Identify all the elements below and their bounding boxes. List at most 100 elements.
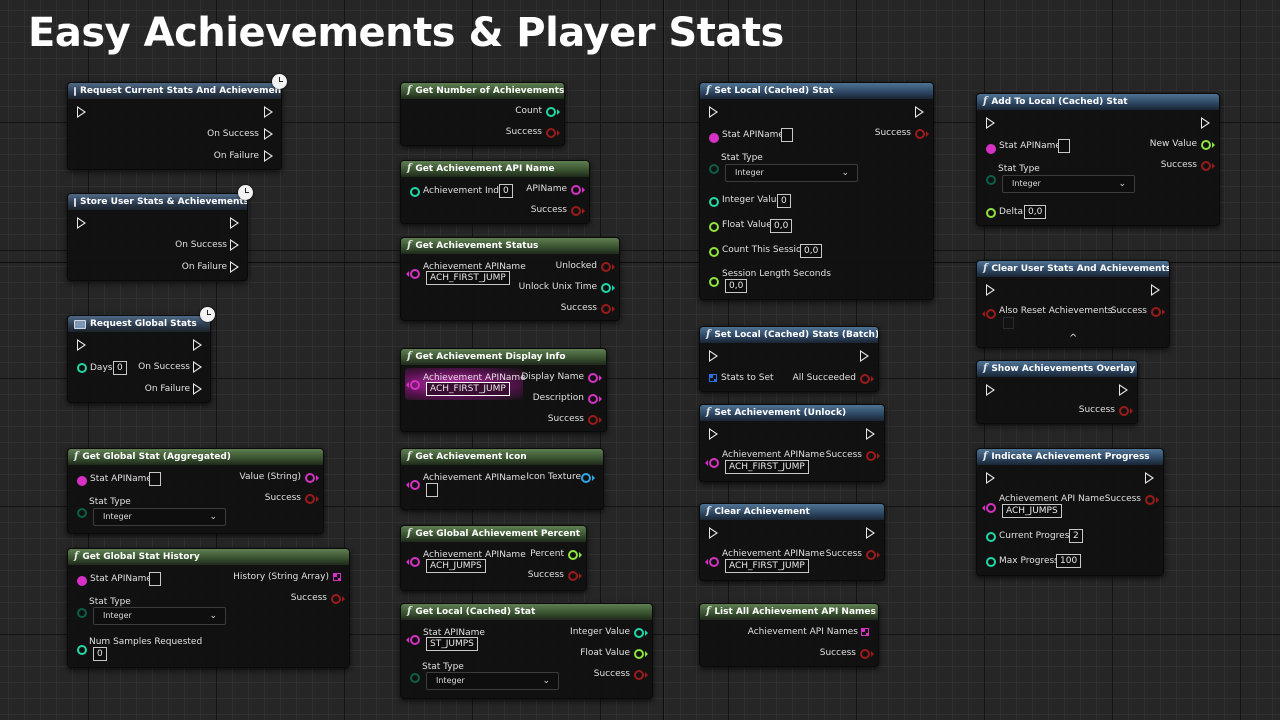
exec-in-pin[interactable] (77, 217, 86, 229)
success-pin[interactable] (866, 451, 880, 461)
on-success-pin[interactable] (193, 361, 202, 373)
success-pin[interactable] (1201, 161, 1215, 171)
integer-value-pin[interactable] (634, 628, 648, 638)
success-pin[interactable] (1119, 406, 1133, 416)
on-success-pin[interactable] (264, 128, 273, 140)
exec-out-pin[interactable] (1201, 117, 1210, 129)
node-indicate-achievement-progress[interactable]: f Indicate Achievement Progress Achieveme… (976, 448, 1164, 576)
exec-in-pin[interactable] (77, 339, 86, 351)
stat-apiname-input[interactable] (149, 572, 161, 586)
integer-value-input[interactable]: 0 (777, 194, 791, 208)
float-value-input[interactable]: 0,0 (770, 219, 793, 233)
stat-apiname-pin[interactable] (709, 133, 719, 143)
success-pin[interactable] (546, 128, 560, 138)
success-pin[interactable] (1145, 495, 1159, 505)
exec-out-pin[interactable] (264, 106, 273, 118)
success-pin[interactable] (568, 571, 582, 581)
apiname-pin[interactable] (982, 503, 996, 513)
exec-in-pin[interactable] (986, 117, 995, 129)
success-pin[interactable] (634, 670, 648, 680)
all-succeeded-pin[interactable] (860, 374, 874, 384)
stat-apiname-pin[interactable] (77, 476, 87, 486)
node-request-global-stats[interactable]: Request Global Stats Days 0 On Success O… (67, 315, 211, 403)
node-get-local-stat[interactable]: f Get Local (Cached) Stat Stat APIName ST… (400, 603, 653, 699)
integer-value-pin[interactable] (709, 197, 719, 207)
description-pin[interactable] (588, 394, 602, 404)
session-length-input[interactable]: 0,0 (725, 279, 748, 293)
num-samples-pin[interactable] (77, 645, 87, 655)
stat-type-dropdown[interactable]: Integer ⌄ (93, 607, 226, 625)
node-get-achievement-icon[interactable]: f Get Achievement Icon Achievement APINam… (400, 448, 604, 510)
count-session-input[interactable]: 0,0 (800, 244, 823, 258)
success-pin[interactable] (571, 206, 585, 216)
exec-out-pin[interactable] (866, 428, 875, 440)
also-reset-pin[interactable] (982, 309, 996, 319)
node-get-global-achievement-percent[interactable]: f Get Global Achievement Percent Achievem… (400, 525, 587, 591)
exec-in-pin[interactable] (986, 384, 995, 396)
display-name-pin[interactable] (588, 373, 602, 383)
on-failure-pin[interactable] (264, 150, 273, 162)
on-failure-pin[interactable] (193, 383, 202, 395)
node-clear-user-stats[interactable]: f Clear User Stats And Achievements Also … (976, 260, 1170, 348)
stat-type-dropdown[interactable]: Integer ⌄ (725, 164, 858, 182)
stat-apiname-pin[interactable] (77, 576, 87, 586)
node-get-achievement-display-info[interactable]: f Get Achievement Display Info Achievemen… (400, 348, 607, 432)
achievement-index-pin[interactable] (410, 187, 420, 197)
stat-type-pin[interactable] (77, 608, 87, 618)
node-clear-achievement[interactable]: f Clear Achievement Achievement APIName A… (699, 503, 885, 581)
success-pin[interactable] (588, 415, 602, 425)
stat-apiname-input[interactable]: ST_JUMPS (426, 637, 478, 651)
value-string-pin[interactable] (305, 473, 319, 483)
apiname-input[interactable]: ACH_JUMPS (426, 559, 486, 573)
apiname-input[interactable]: ACH_FIRST_JUMP (725, 559, 809, 573)
stat-type-pin[interactable] (410, 673, 420, 683)
apiname-pin[interactable] (406, 380, 420, 390)
exec-out-pin[interactable] (230, 217, 239, 229)
history-array-pin[interactable] (333, 573, 341, 581)
apiname-pin[interactable] (705, 458, 719, 468)
exec-out-pin[interactable] (860, 350, 869, 362)
success-pin[interactable] (915, 129, 929, 139)
float-value-pin[interactable] (709, 222, 719, 232)
node-show-achievements-overlay[interactable]: f Show Achievements Overlay Success (976, 360, 1138, 424)
node-list-all-achievement-names[interactable]: f List All Achievement API Names Achievem… (699, 603, 879, 667)
apiname-input[interactable]: ACH_FIRST_JUMP (725, 460, 809, 474)
exec-in-pin[interactable] (709, 527, 718, 539)
success-pin[interactable] (860, 649, 874, 659)
exec-in-pin[interactable] (709, 428, 718, 440)
exec-in-pin[interactable] (709, 350, 718, 362)
count-pin[interactable] (546, 107, 560, 117)
unlock-time-pin[interactable] (601, 283, 615, 293)
max-progress-pin[interactable] (986, 557, 996, 567)
node-set-achievement-unlock[interactable]: f Set Achievement (Unlock) Achievement AP… (699, 404, 885, 482)
exec-out-pin[interactable] (1151, 284, 1160, 296)
node-get-global-stat-history[interactable]: f Get Global Stat History Stat APIName Hi… (67, 548, 350, 668)
node-get-achievement-api-name[interactable]: f Get Achievement API Name Achievement In… (400, 160, 590, 224)
success-pin[interactable] (866, 550, 880, 560)
success-pin[interactable] (331, 594, 345, 604)
stat-type-dropdown[interactable]: Integer ⌄ (426, 672, 559, 690)
new-value-pin[interactable] (1201, 140, 1215, 150)
exec-out-pin[interactable] (915, 106, 924, 118)
apiname-pin[interactable] (406, 269, 420, 279)
max-progress-input[interactable]: 100 (1056, 554, 1082, 568)
exec-in-pin[interactable] (709, 106, 718, 118)
collapse-caret-icon[interactable]: ^ (1069, 333, 1077, 344)
percent-pin[interactable] (568, 550, 582, 560)
node-get-global-stat[interactable]: f Get Global Stat (Aggregated) Stat APINa… (67, 448, 324, 534)
days-pin[interactable] (77, 363, 87, 373)
node-request-current-stats[interactable]: Request Current Stats And Achievements O… (67, 82, 282, 170)
exec-out-pin[interactable] (1119, 384, 1128, 396)
apiname-input[interactable]: ACH_FIRST_JUMP (426, 271, 510, 285)
count-session-pin[interactable] (709, 247, 719, 257)
days-input[interactable]: 0 (113, 361, 127, 375)
current-progress-input[interactable]: 2 (1069, 529, 1083, 543)
delta-pin[interactable] (986, 208, 996, 218)
stat-apiname-pin[interactable] (406, 635, 420, 645)
apiname-input[interactable] (426, 483, 438, 497)
stat-type-pin[interactable] (77, 508, 87, 518)
apiname-pin[interactable] (406, 557, 420, 567)
stats-to-set-array-pin[interactable] (709, 374, 717, 382)
exec-in-pin[interactable] (986, 284, 995, 296)
success-pin[interactable] (1151, 307, 1165, 317)
